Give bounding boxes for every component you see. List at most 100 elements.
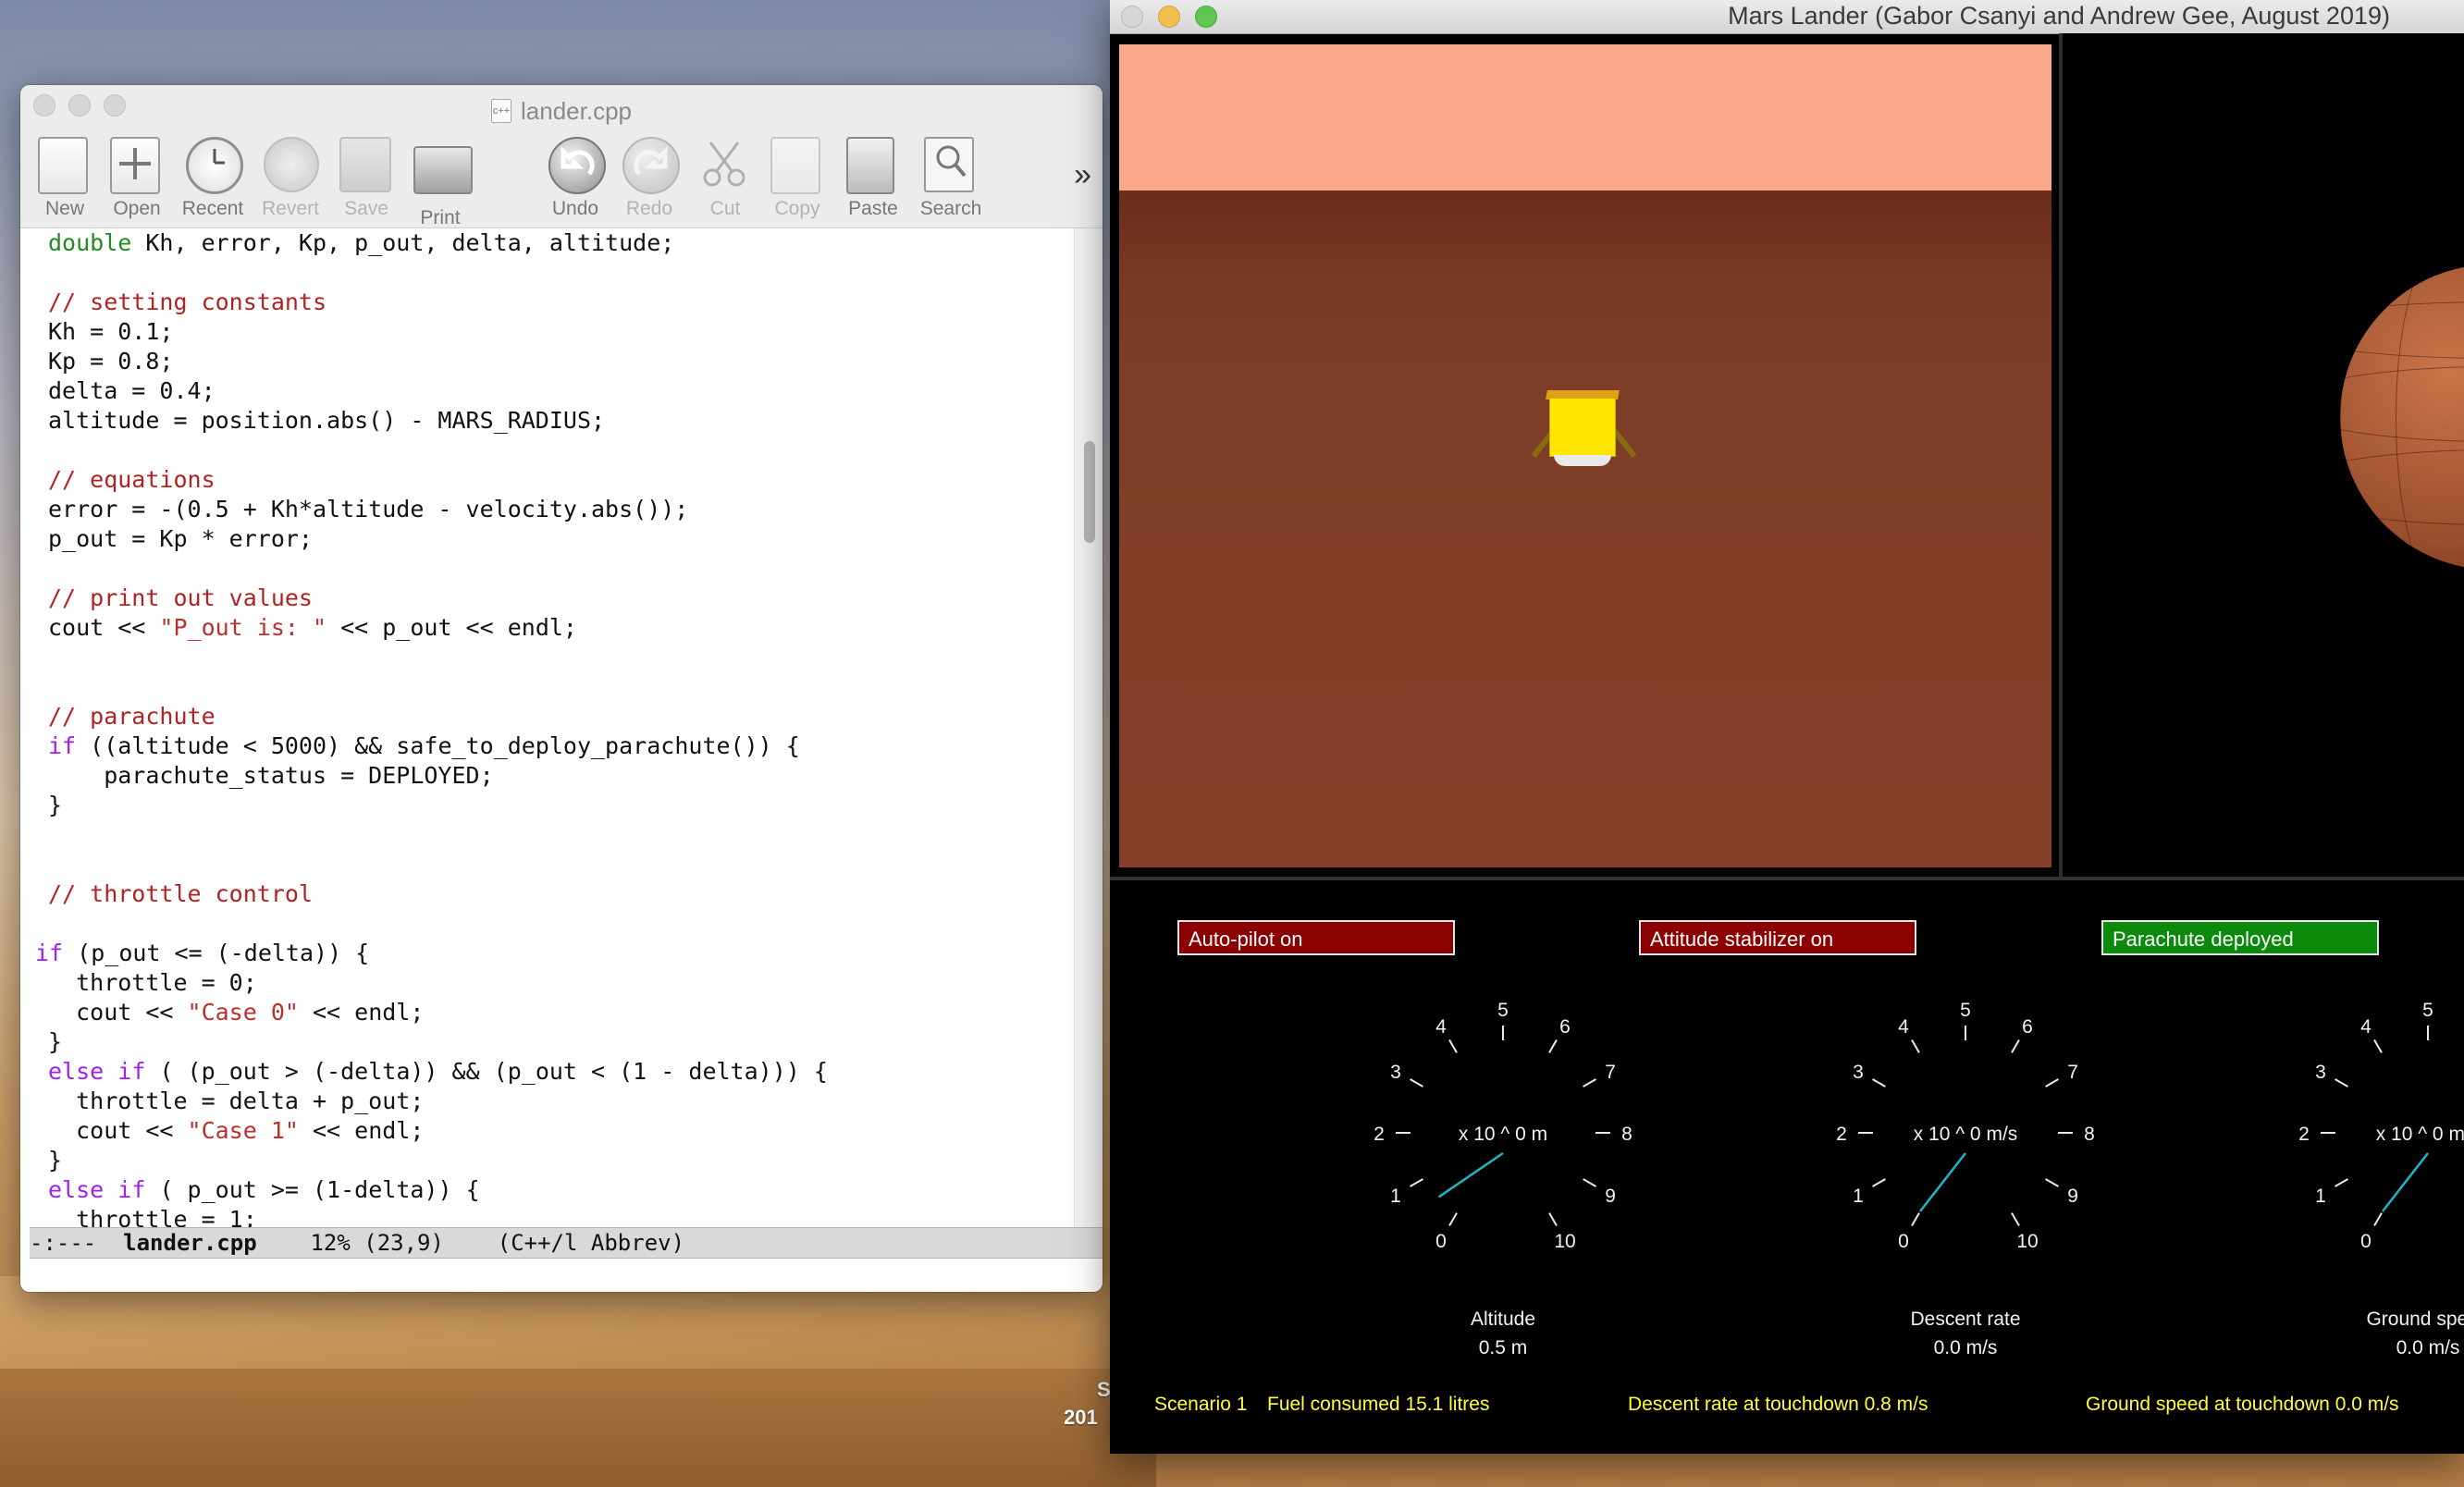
gauge-name: Ground speed [2366,1309,2464,1330]
gauge-tick-label: 3 [2315,1062,2326,1083]
gauge-tick [1410,1178,1423,1187]
ground-speed-gauge: 012345678910x 10 ^ 0 m/sGround speed0.0 … [2234,980,2464,1378]
code-line[interactable]: throttle = delta + p_out; [48,1087,424,1116]
toolbar-new-button[interactable]: New [28,137,102,220]
code-line[interactable]: Kp = 0.8; [48,347,173,376]
gauge-tick-label: 0 [1435,1231,1447,1252]
redo-arrow-icon [622,137,680,194]
panel-divider [1110,877,2464,880]
code-line[interactable]: // print out values [48,584,313,613]
modeline-mode: (C++/l Abbrev) [497,1230,685,1256]
parachute-status-box[interactable]: Parachute deployed [2101,920,2379,955]
gauge-name: Descent rate [1910,1309,2021,1330]
gauge-reading: 0.0 m/s [1933,1337,1998,1358]
descent-rate-gauge: 0 1 2 3 4 5 6 7 8 9 10 x 10 ^ 0 m/s Descent rate 0.0 … [1771,980,2160,1378]
code-line[interactable]: error = -(0.5 + Kh*altitude - velocity.a… [48,495,688,524]
gauge-tick-label: 1 [2315,1186,2326,1207]
minimize-button[interactable] [68,94,91,117]
open-folder-icon [110,137,164,194]
toolbar-save-button[interactable]: Save [329,137,403,220]
gauge-reading: 0.0 m/s [2396,1337,2460,1358]
code-line[interactable]: parachute_status = DEPLOYED; [48,761,493,791]
code-line[interactable]: cout << "P_out is: " << p_out << endl; [48,613,577,643]
code-editor-buffer[interactable]: double Kh, error, Kp, p_out, delta, alti… [20,228,1075,1227]
zoom-button[interactable] [1195,6,1217,28]
close-button[interactable] [33,94,55,117]
code-line[interactable]: altitude = position.abs() - MARS_RADIUS; [48,406,605,436]
gauge-tick [2045,1078,2059,1088]
gauge-tick-label: 10 [2016,1231,2038,1252]
gauge-tick-label: 1 [1853,1186,1864,1207]
editor-titlebar[interactable]: c++ lander.cpp [20,85,1103,137]
gauge-needle [2382,1152,2429,1212]
gauge-tick [2373,1039,2383,1053]
code-line[interactable]: cout << "Case 1" << endl; [48,1116,424,1146]
minibuffer[interactable] [20,1260,1103,1292]
code-line[interactable]: double Kh, error, Kp, p_out, delta, alti… [48,228,674,258]
orbital-view[interactable] [2059,33,2464,877]
code-line[interactable]: } [48,1146,62,1175]
mars-lander-window: Mars Lander (Gabor Csanyi and Andrew Gee… [1110,0,2464,1454]
gauge-multiplier: x 10 ^ 0 m/s [2376,1124,2464,1145]
scrollbar-thumb[interactable] [1084,441,1095,543]
gauge-tick-label: 4 [1898,1016,1909,1038]
close-button[interactable] [1121,6,1143,28]
code-line[interactable]: // throttle control [48,879,313,909]
toolbar-print-button[interactable]: Print [403,137,477,229]
vertical-scrollbar[interactable] [1074,228,1103,1227]
window-title: Mars Lander (Gabor Csanyi and Andrew Gee… [1728,2,2390,30]
code-line[interactable]: else if ( p_out >= (1-delta)) { [48,1175,480,1205]
code-line[interactable]: // parachute [48,702,216,731]
toolbar-overflow-button[interactable]: » [1074,157,1091,193]
toolbar-revert-button[interactable]: Revert [253,137,327,220]
code-line[interactable]: p_out = Kp * error; [48,524,313,554]
gauge-tick-label: 3 [1853,1062,1864,1083]
toolbar-cut-button[interactable]: Cut [688,137,762,220]
code-line[interactable]: throttle = 0; [48,968,257,998]
code-line[interactable]: // equations [48,465,216,495]
lander-titlebar[interactable]: Mars Lander (Gabor Csanyi and Andrew Gee… [1110,0,2464,34]
gauge-tick [1872,1178,1886,1187]
code-line[interactable]: throttle = 1; [48,1205,257,1227]
code-line[interactable]: cout << "Case 0" << endl; [48,998,424,1027]
mars-planet [2340,264,2464,570]
toolbar-redo-button[interactable]: Redo [612,137,686,220]
code-line[interactable]: Kh = 0.1; [48,317,173,347]
gauge-tick-label: 5 [1497,1000,1509,1021]
toolbar-search-button[interactable]: Search [914,137,988,220]
gauge-tick-label: 7 [2067,1062,2078,1083]
code-line[interactable]: } [48,791,62,820]
toolbar-undo-button[interactable]: Undo [538,137,612,220]
gauge-tick-label: 2 [2298,1124,2310,1145]
code-line[interactable]: } [48,1027,62,1057]
gauge-tick [1583,1078,1596,1088]
gauge-tick-label: 0 [2360,1231,2372,1252]
gauge-tick-label: 4 [2360,1016,2372,1038]
gauge-tick-label: 4 [1435,1016,1447,1038]
copy-icon [770,137,824,194]
code-line[interactable]: // setting constants [48,288,326,317]
gauge-tick-label: 5 [1960,1000,1971,1021]
zoom-button[interactable] [104,94,126,117]
gauge-dial: 012345678910x 10 ^ 0 m/s [2298,1000,2464,1252]
toolbar-recent-button[interactable]: Recent [176,137,250,220]
gauge-tick [1448,1212,1458,1226]
gauge-reading: 0.5 m [1478,1337,1528,1358]
code-line[interactable]: if (p_out <= (-delta)) { [35,939,369,968]
autopilot-status-box[interactable]: Auto-pilot on [1177,920,1455,955]
code-line[interactable]: delta = 0.4; [48,376,216,406]
toolbar-copy-button[interactable]: Copy [760,137,834,220]
toolbar-paste-button[interactable]: Paste [836,137,910,220]
mars-horizon [1119,190,2051,292]
minimize-button[interactable] [1158,6,1180,28]
code-line[interactable]: else if ( (p_out > (-delta)) && (p_out <… [48,1057,828,1087]
code-line[interactable]: if ((altitude < 5000) && safe_to_deploy_… [48,731,800,761]
window-title-text: lander.cpp [521,96,632,125]
attitude-stabilizer-status-box[interactable]: Attitude stabilizer on [1639,920,1916,955]
gauge-tick-label: 8 [1621,1124,1632,1145]
toolbar-open-button[interactable]: Open [100,137,174,220]
gauge-tick [2335,1178,2348,1187]
gauge-tick-label: 7 [1605,1062,1616,1083]
close-up-view[interactable] [1119,44,2051,867]
gauge-tick [1548,1212,1558,1226]
